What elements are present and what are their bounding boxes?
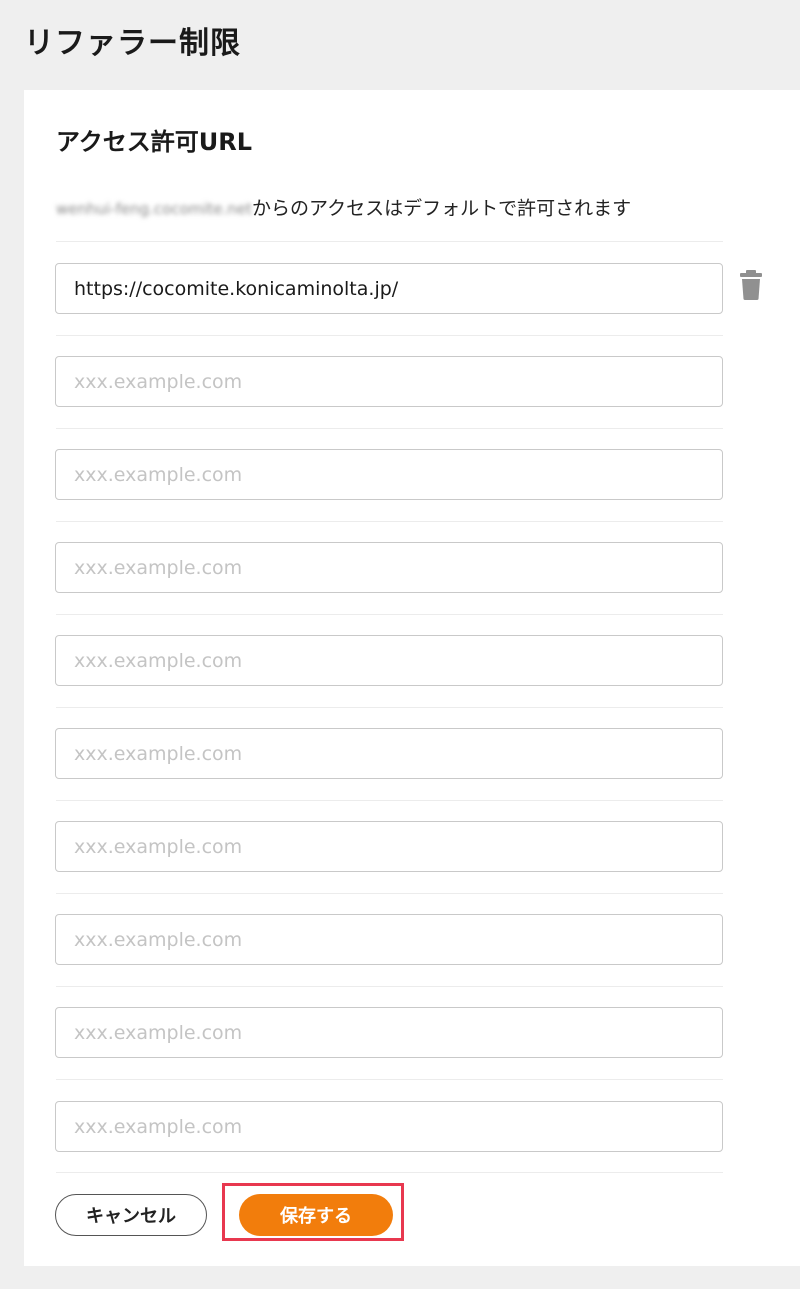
allowed-url-input-2[interactable] — [55, 356, 723, 407]
divider — [56, 707, 723, 708]
divider — [56, 614, 723, 615]
save-button[interactable]: 保存する — [239, 1194, 393, 1236]
default-allow-note: wenhui-feng.cocomite.netからのアクセスはデフォルトで許可… — [56, 194, 631, 222]
cancel-button[interactable]: キャンセル — [55, 1194, 207, 1236]
divider — [56, 1079, 723, 1080]
allowed-url-input-5[interactable] — [55, 635, 723, 686]
referrer-settings-card: アクセス許可URL wenhui-feng.cocomite.netからのアクセ… — [24, 90, 800, 1266]
divider — [56, 986, 723, 987]
allowed-url-input-9[interactable] — [55, 1007, 723, 1058]
divider — [56, 428, 723, 429]
default-allow-text: からのアクセスはデフォルトで許可されます — [252, 197, 632, 220]
allowed-url-input-7[interactable] — [55, 821, 723, 872]
divider — [56, 335, 723, 336]
divider — [56, 521, 723, 522]
divider — [56, 241, 723, 242]
divider — [56, 800, 723, 801]
default-domain-blurred: wenhui-feng.cocomite.net — [56, 199, 253, 218]
allowed-url-input-6[interactable] — [55, 728, 723, 779]
trash-icon[interactable] — [738, 270, 764, 300]
allowed-url-input-1[interactable] — [55, 263, 723, 314]
allowed-url-input-3[interactable] — [55, 449, 723, 500]
allowed-url-input-10[interactable] — [55, 1101, 723, 1152]
allowed-url-input-4[interactable] — [55, 542, 723, 593]
divider — [56, 1172, 723, 1173]
divider — [56, 893, 723, 894]
page-title: リファラー制限 — [24, 26, 241, 61]
allowed-url-input-8[interactable] — [55, 914, 723, 965]
section-title: アクセス許可URL — [56, 128, 253, 156]
